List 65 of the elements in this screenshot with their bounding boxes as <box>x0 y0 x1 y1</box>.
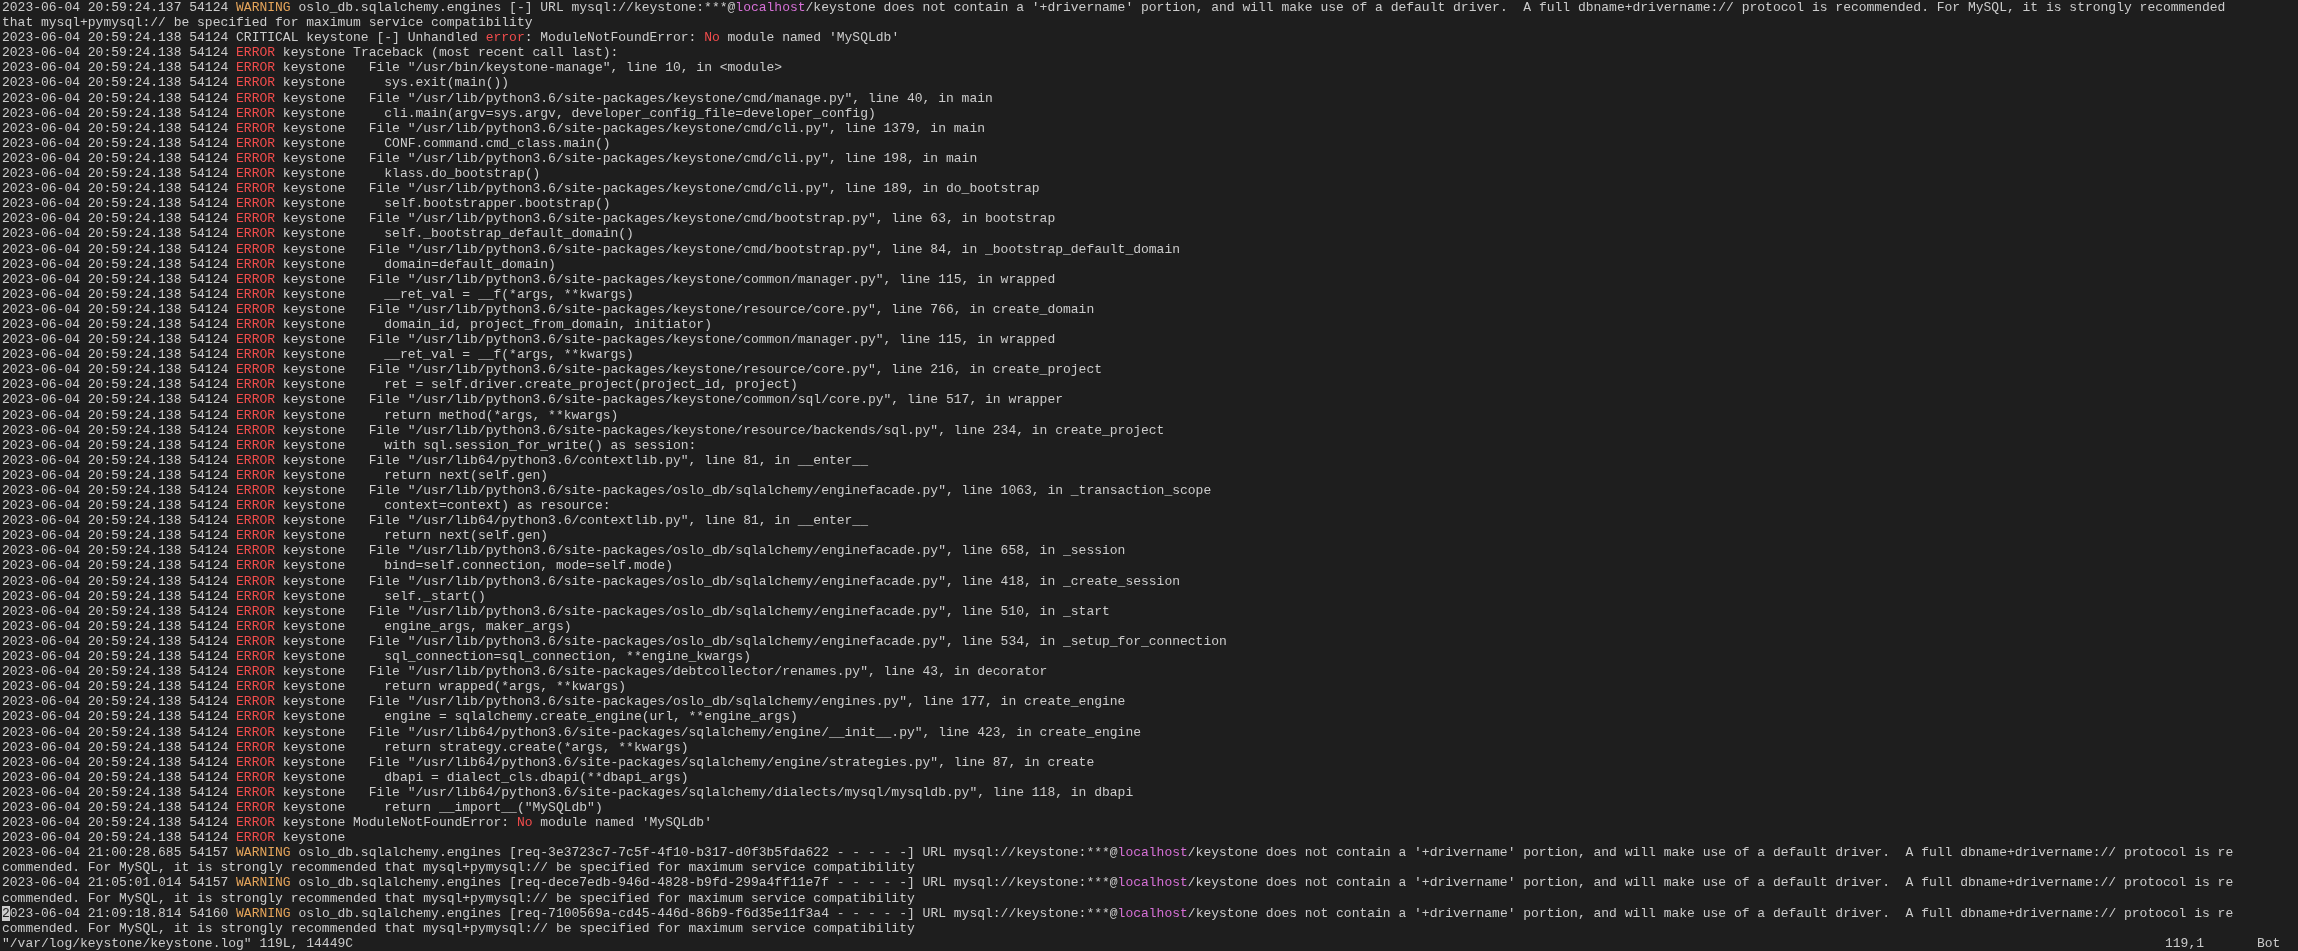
log-line: 2023-06-04 21:00:28.685 54157 WARNING oslo_db.sqlalchemy.engines [req-3e3723c7-7c5f-4f10-b317-d0f3b5fda622 - - - - -] URL mysql://keystone:***@localhost/keystone does not contain a '+drivername' portion, and will make use of a default driver. A full dbname+drivername:// protocol is re <box>2 845 2234 861</box>
log-line: 2023-06-04 20:59:24.138 54124 ERROR keystone sql_connection=sql_connection, **engine_kwargs) <box>2 649 751 665</box>
log-line: 2023-06-04 20:59:24.138 54124 ERROR keystone File "/usr/lib/python3.6/site-packages/keystone/cmd/cli.py", line 189, in do_bootstrap <box>2 181 1040 197</box>
log-line: 2023-06-04 20:59:24.138 54124 ERROR keystone self._bootstrap_default_domain() <box>2 226 634 242</box>
log-line: 2023-06-04 20:59:24.138 54124 ERROR keystone File "/usr/lib/python3.6/site-packages/oslo_db/sqlalchemy/enginefacade.py", line 534, in _setup_for_connection <box>2 633 1227 650</box>
log-line: 2023-06-04 20:59:24.138 54124 ERROR keystone File "/usr/lib/python3.6/site-packages/keystone/common/manager.py", line 115, in wrapped <box>2 271 1056 287</box>
log-line: 2023-06-04 20:59:24.138 54124 ERROR keystone return __import__("MySQLdb") <box>2 799 603 816</box>
log-line: 2023-06-04 20:59:24.138 54124 ERROR keystone File "/usr/lib64/python3.6/contextlib.py", line 81, in __enter__ <box>2 452 868 468</box>
status-message: "/var/log/keystone/keystone.log" 119L, 14449C <box>2 935 354 951</box>
log-line: 2023-06-04 20:59:24.137 54124 WARNING oslo_db.sqlalchemy.engines [-] URL mysql://keystone:***@localhost/keystone does not contain a '+drivername' portion, and will make use of a default driver. A full dbname+drivername:// protocol is recommended. For MySQL, it is strongly recommended <box>2 0 2226 16</box>
log-line: 2023-06-04 20:59:24.138 54124 ERROR keystone File "/usr/lib/python3.6/site-packages/keystone/resource/core.py", line 216, in create_project <box>2 362 1102 378</box>
log-line: 2023-06-04 20:59:24.138 54124 ERROR keystone return next(self.gen) <box>2 528 549 544</box>
log-line: 2023-06-04 20:59:24.138 54124 ERROR keystone dbapi = dialect_cls.dbapi(**dbapi_args) <box>2 769 689 785</box>
log-line: 2023-06-04 20:59:24.138 54124 ERROR keystone File "/usr/lib/python3.6/site-packages/keystone/cmd/manage.py", line 40, in main <box>2 90 993 106</box>
log-line: 2023-06-04 20:59:24.138 54124 ERROR keystone File "/usr/lib/python3.6/site-packages/oslo_db/sqlalchemy/enginefacade.py", line 1063, in _transaction_scope <box>2 483 1212 499</box>
log-line: 2023-06-04 20:59:24.138 54124 ERROR keystone File "/usr/lib64/python3.6/site-packages/sqlalchemy/engine/strategies.py", line 87, in create <box>2 754 1095 770</box>
log-line: 2023-06-04 20:59:24.138 54124 ERROR keystone File "/usr/lib64/python3.6/contextlib.py", line 81, in __enter__ <box>2 513 868 529</box>
log-line: 2023-06-04 20:59:24.138 54124 ERROR keystone File "/usr/bin/keystone-manage", line 10, in <module> <box>2 60 783 76</box>
log-line: 2023-06-04 20:59:24.138 54124 ERROR keystone ret = self.driver.create_project(project_id, project) <box>2 377 798 393</box>
log-line: 2023-06-04 20:59:24.138 54124 ERROR keystone CONF.command.cmd_class.main() <box>2 135 611 151</box>
log-line: 2023-06-04 20:59:24.138 54124 ERROR keystone File "/usr/lib/python3.6/site-packages/keystone/common/manager.py", line 115, in wrapped <box>2 332 1056 348</box>
log-line: 2023-06-04 20:59:24.138 54124 ERROR keystone File "/usr/lib/python3.6/site-packages/debtcollector/renames.py", line 43, in decorator <box>2 664 1048 680</box>
log-line: 2023-06-04 20:59:24.138 54124 ERROR keystone File "/usr/lib/python3.6/site-packages/oslo_db/sqlalchemy/engines.py", line 177, in create_engine <box>2 694 1126 710</box>
log-line: 2023-06-04 20:59:24.138 54124 ERROR keystone __ret_val = __f(*args, **kwargs) <box>2 347 634 363</box>
cursor-position: 119,1 <box>2165 935 2204 951</box>
log-line: 2023-06-04 20:59:24.138 54124 ERROR keystone File "/usr/lib/python3.6/site-packages/keystone/resource/backends/sql.py", line 234, in create_project <box>2 422 1165 438</box>
log-line: 2023-06-04 20:59:24.138 54124 ERROR keystone engine = sqlalchemy.create_engine(url, **engine_args) <box>2 709 798 725</box>
log-line: 2023-06-04 20:59:24.138 54124 ERROR keystone File "/usr/lib64/python3.6/site-packages/sqlalchemy/engine/__init__.py", line 423, in create_engine <box>2 724 1141 740</box>
log-line: 2023-06-04 20:59:24.138 54124 ERROR keystone sys.exit(main()) <box>2 75 510 91</box>
log-line: 2023-06-04 20:59:24.138 54124 ERROR keystone File "/usr/lib/python3.6/site-packages/keystone/cmd/bootstrap.py", line 84, in _bootstrap_default_domain <box>2 241 1180 257</box>
log-line: commended. For MySQL, it is strongly recommended that mysql+pymysql:// be specified for maximum service compatibility <box>2 920 915 936</box>
log-line: 2023-06-04 21:09:18.814 54160 WARNING oslo_db.sqlalchemy.engines [req-7100569a-cd45-446d-86b9-f6d35e11f3a4 - - - - -] URL mysql://keystone:***@localhost/keystone does not contain a '+drivername' portion, and will make use of a default driver. A full dbname+drivername:// protocol is re <box>2 905 2234 921</box>
log-line: 2023-06-04 20:59:24.138 54124 ERROR keystone File "/usr/lib/python3.6/site-packages/keystone/cmd/cli.py", line 198, in main <box>2 150 978 167</box>
log-line: 2023-06-04 20:59:24.138 54124 ERROR keystone ModuleNotFoundError: No module named 'MySQLdb' <box>2 815 712 831</box>
log-line: 2023-06-04 20:59:24.138 54124 ERROR keystone return next(self.gen) <box>2 467 549 483</box>
log-line: 2023-06-04 20:59:24.138 54124 ERROR keystone __ret_val = __f(*args, **kwargs) <box>2 286 634 302</box>
log-line: 2023-06-04 20:59:24.138 54124 ERROR keystone File "/usr/lib/python3.6/site-packages/keystone/cmd/bootstrap.py", line 63, in bootstrap <box>2 211 1056 227</box>
log-line: 2023-06-04 20:59:24.138 54124 ERROR keystone return strategy.create(*args, **kwargs) <box>2 739 689 755</box>
log-line: 2023-06-04 20:59:24.138 54124 ERROR keystone File "/usr/lib/python3.6/site-packages/keystone/cmd/cli.py", line 1379, in main <box>2 120 985 136</box>
log-line: 2023-06-04 20:59:24.138 54124 ERROR keystone engine_args, maker_args) <box>2 618 572 634</box>
log-line: 2023-06-04 20:59:24.138 54124 ERROR keystone self._start() <box>2 588 486 604</box>
log-line: 2023-06-04 20:59:24.138 54124 ERROR keystone cli.main(argv=sys.argv, developer_config_file=developer_config) <box>2 105 876 121</box>
log-line: 2023-06-04 20:59:24.138 54124 ERROR keystone File "/usr/lib/python3.6/site-packages/oslo_db/sqlalchemy/enginefacade.py", line 510, in _start <box>2 603 1110 619</box>
log-line: 2023-06-04 20:59:24.138 54124 ERROR keystone bind=self.connection, mode=self.mode) <box>2 558 673 574</box>
log-line: commended. For MySQL, it is strongly recommended that mysql+pymysql:// be specified for maximum service compatibility <box>2 860 915 876</box>
log-line: that mysql+pymysql:// be specified for maximum service compatibility <box>2 15 533 31</box>
log-line: 2023-06-04 20:59:24.138 54124 ERROR keystone File "/usr/lib/python3.6/site-packages/oslo_db/sqlalchemy/enginefacade.py", line 418, in _create_session <box>2 573 1180 589</box>
log-line: commended. For MySQL, it is strongly recommended that mysql+pymysql:// be specified for maximum service compatibility <box>2 890 915 906</box>
log-line: 2023-06-04 20:59:24.138 54124 ERROR keystone with sql.session_for_write() as session: <box>2 437 697 453</box>
log-line: 2023-06-04 20:59:24.138 54124 ERROR keystone File "/usr/lib/python3.6/site-packages/keystone/common/sql/core.py", line 517, in wrapper <box>2 392 1063 408</box>
log-line: 2023-06-04 20:59:24.138 54124 ERROR keystone Traceback (most recent call last): <box>2 45 619 61</box>
log-line: 2023-06-04 20:59:24.138 54124 ERROR keystone File "/usr/lib/python3.6/site-packages/oslo_db/sqlalchemy/enginefacade.py", line 658, in _session <box>2 543 1126 559</box>
log-line: 2023-06-04 20:59:24.138 54124 ERROR keystone File "/usr/lib/python3.6/site-packages/keystone/resource/core.py", line 766, in create_domain <box>2 301 1095 317</box>
log-line: 2023-06-04 20:59:24.138 54124 CRITICAL keystone [-] Unhandled error: ModuleNotFoundError: No module named 'MySQLdb' <box>2 30 900 46</box>
log-line: 2023-06-04 20:59:24.138 54124 ERROR keystone klass.do_bootstrap() <box>2 166 541 182</box>
log-line: 2023-06-04 20:59:24.138 54124 ERROR keystone File "/usr/lib64/python3.6/site-packages/sqlalchemy/dialects/mysql/mysqldb.py", line 118, in dbapi <box>2 784 1134 800</box>
log-line: 2023-06-04 20:59:24.138 54124 ERROR keystone domain_id, project_from_domain, initiator) <box>2 316 712 333</box>
log-line: 2023-06-04 20:59:24.138 54124 ERROR keystone return wrapped(*args, **kwargs) <box>2 679 627 695</box>
log-line: 2023-06-04 21:05:01.014 54157 WARNING oslo_db.sqlalchemy.engines [req-dece7edb-946d-4828-b9fd-299a4ff11e7f - - - - -] URL mysql://keystone:***@localhost/keystone does not contain a '+drivername' portion, and will make use of a default driver. A full dbname+drivername:// protocol is re <box>2 875 2234 891</box>
log-line: 2023-06-04 20:59:24.138 54124 ERROR keystone return method(*args, **kwargs) <box>2 407 619 423</box>
scroll-position: Bot <box>2257 935 2281 951</box>
log-line: 2023-06-04 20:59:24.138 54124 ERROR keystone <box>2 830 346 846</box>
log-line: 2023-06-04 20:59:24.138 54124 ERROR keystone domain=default_domain) <box>2 256 556 272</box>
log-line: 2023-06-04 20:59:24.138 54124 ERROR keystone self.bootstrapper.bootstrap() <box>2 196 611 212</box>
log-line: 2023-06-04 20:59:24.138 54124 ERROR keystone context=context) as resource: <box>2 498 611 514</box>
